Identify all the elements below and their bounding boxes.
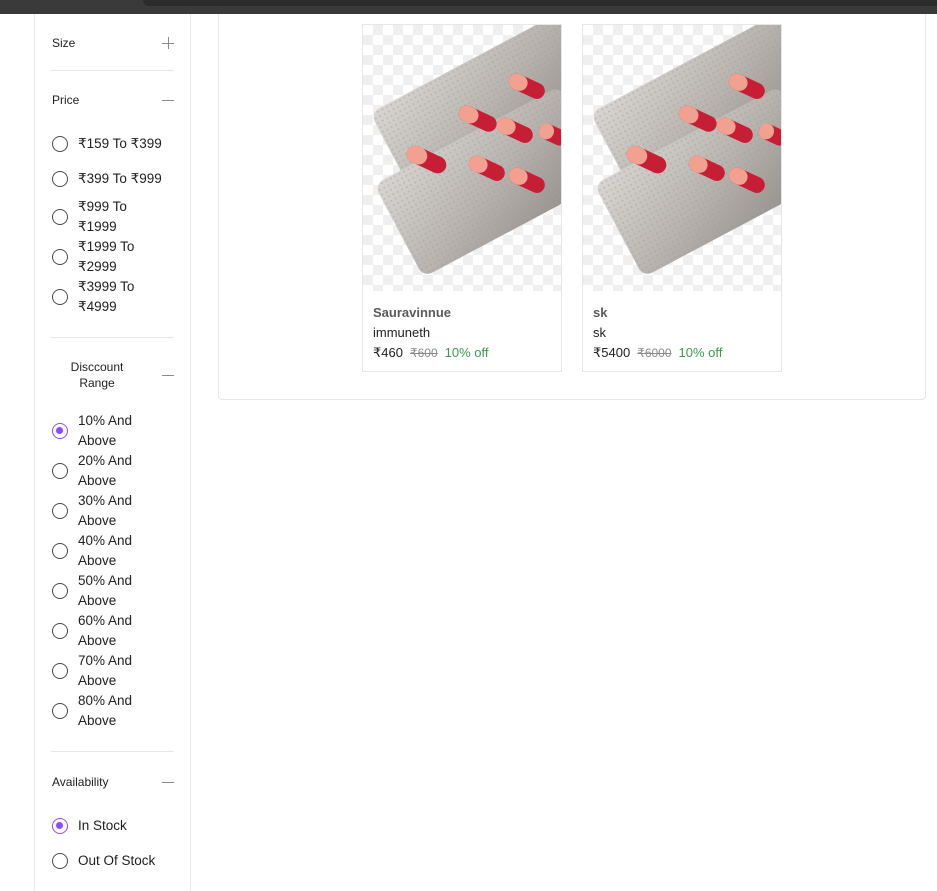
product-mrp: ₹600 [409,346,438,360]
product-prices: ₹460 ₹600 10% off [373,345,488,361]
discount-option-30[interactable]: 30% And Above [52,491,148,531]
radio-button[interactable] [52,136,68,152]
product-image[interactable] [363,25,561,291]
discount-filter-label: Disccount Range [70,360,124,390]
radio-button[interactable] [52,853,68,869]
radio-button[interactable] [52,289,68,305]
price-option-label: ₹399 To ₹999 [78,171,162,186]
discount-option-label: 40% And Above [78,533,133,568]
product-name[interactable]: Sauravinnue [373,305,451,320]
radio-button-selected[interactable] [52,423,68,439]
availability-option-out-of-stock[interactable]: Out Of Stock [52,851,178,871]
product-subtitle: immuneth [373,325,431,340]
price-option-159-399[interactable]: ₹159 To ₹399 [52,134,178,154]
price-option-1999-2999[interactable]: ₹1999 To ₹2999 [52,237,148,277]
product-card[interactable]: sk sk ₹5400 ₹6000 10% off [582,24,782,372]
radio-button[interactable] [52,171,68,187]
radio-button[interactable] [52,463,68,479]
price-option-label: ₹1999 To ₹2999 [78,239,135,274]
price-filter-label: Price [52,93,80,107]
price-option-999-1999[interactable]: ₹999 To ₹1999 [52,197,148,237]
product-discount: 10% off [444,345,489,360]
discount-option-label: 10% And Above [78,413,133,448]
discount-option-label: 20% And Above [78,453,133,488]
browser-top-edge [0,0,937,14]
product-mrp: ₹6000 [637,346,672,360]
product-name[interactable]: sk [593,305,607,320]
capsule-blister-image [593,25,781,274]
radio-button[interactable] [52,703,68,719]
size-filter-header[interactable]: Size [52,36,174,50]
discount-option-70[interactable]: 70% And Above [52,651,148,691]
discount-option-label: 30% And Above [78,493,133,528]
product-price: ₹5400 [593,345,631,360]
size-filter-label: Size [52,36,76,50]
radio-button[interactable] [52,503,68,519]
product-discount: 10% off [678,345,723,360]
radio-button[interactable] [52,583,68,599]
filter-sidebar: Size Price ₹159 To ₹399 ₹399 To ₹999 ₹99… [34,14,191,891]
price-option-label: ₹159 To ₹399 [78,136,162,151]
capsule-blister-image [373,25,561,274]
price-option-label: ₹999 To ₹1999 [78,199,127,234]
discount-option-80[interactable]: 80% And Above [52,691,148,731]
price-option-399-999[interactable]: ₹399 To ₹999 [52,169,178,189]
radio-button[interactable] [52,543,68,559]
radio-button[interactable] [52,663,68,679]
discount-option-10[interactable]: 10% And Above [52,411,148,451]
availability-option-label: Out Of Stock [78,853,156,868]
discount-option-50[interactable]: 50% And Above [52,571,148,611]
radio-button[interactable] [52,623,68,639]
discount-option-label: 70% And Above [78,653,133,688]
divider [51,70,174,71]
product-card[interactable]: Sauravinnue immuneth ₹460 ₹600 10% off [362,24,562,372]
radio-button[interactable] [52,249,68,265]
collapse-minus-icon[interactable] [162,776,174,788]
price-option-3999-4999[interactable]: ₹3999 To ₹4999 [52,277,148,317]
product-subtitle: sk [593,325,606,340]
collapse-minus-icon[interactable] [162,94,174,106]
divider [51,751,174,752]
discount-option-20[interactable]: 20% And Above [52,451,148,491]
collapse-minus-icon[interactable] [162,369,174,381]
product-image[interactable] [583,25,781,291]
price-option-label: ₹3999 To ₹4999 [78,279,135,314]
product-price: ₹460 [373,345,403,360]
availability-filter-header[interactable]: Availability [52,775,174,789]
product-prices: ₹5400 ₹6000 10% off [593,345,722,361]
discount-option-label: 60% And Above [78,613,133,648]
radio-button[interactable] [52,209,68,225]
discount-option-label: 50% And Above [78,573,133,608]
product-results: Sauravinnue immuneth ₹460 ₹600 10% off s… [218,14,926,400]
discount-option-label: 80% And Above [78,693,133,728]
expand-plus-icon[interactable] [162,37,174,49]
price-filter-header[interactable]: Price [52,93,174,107]
availability-filter-label: Availability [52,775,109,789]
discount-option-40[interactable]: 40% And Above [52,531,148,571]
discount-filter-header[interactable]: Disccount Range [52,359,174,391]
availability-option-in-stock[interactable]: In Stock [52,816,178,836]
discount-option-60[interactable]: 60% And Above [52,611,148,651]
radio-button-selected[interactable] [52,818,68,834]
availability-option-label: In Stock [78,818,127,833]
divider [51,337,174,338]
